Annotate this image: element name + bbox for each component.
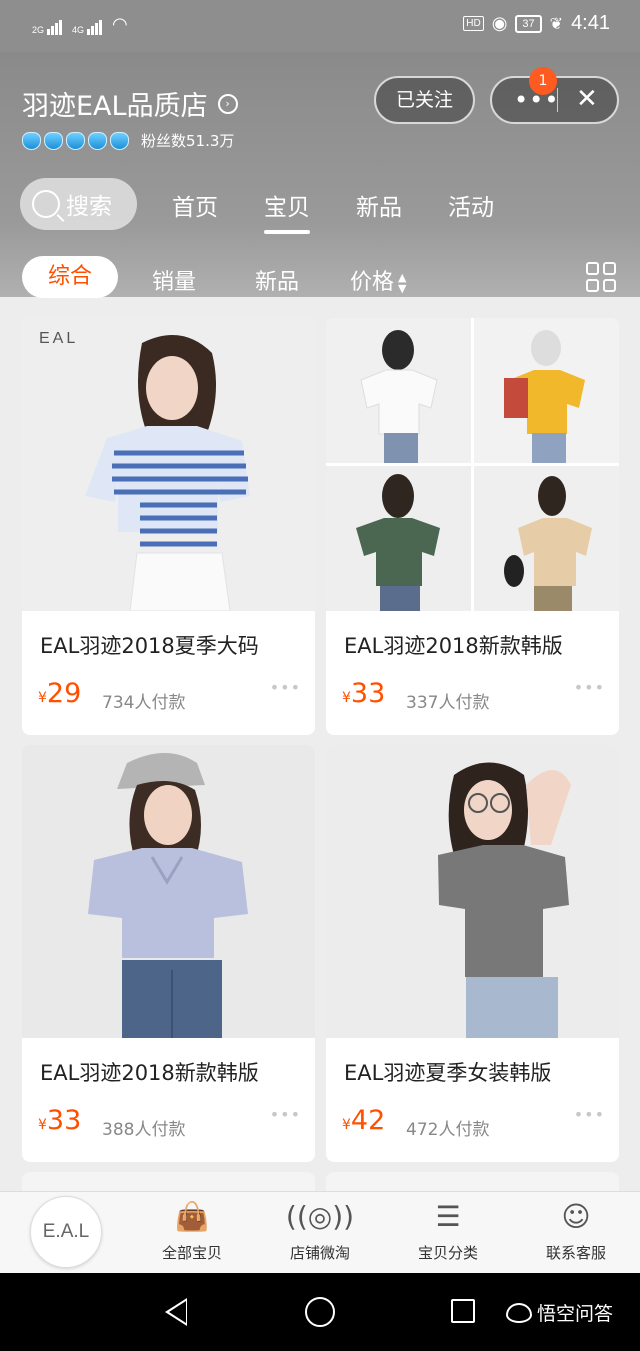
product-image <box>326 318 619 611</box>
search-label: 搜索 <box>66 194 112 220</box>
tab-all-products[interactable]: 👜 全部宝贝 <box>137 1200 247 1263</box>
shop-title[interactable]: 羽迹EAL品质店 › <box>22 84 238 123</box>
chevron-right-icon: › <box>217 93 238 114</box>
filter-price[interactable]: 价格 ▲ ▼ <box>350 264 406 296</box>
tab-new[interactable]: 新品 <box>356 188 402 222</box>
product-card[interactable]: EAL羽迹2018新款韩版 ¥33 337人付款 ••• <box>326 318 619 735</box>
hd-icon: HD <box>463 16 484 31</box>
tab-all-products-label: 全部宝贝 <box>161 1244 222 1262</box>
product-image: EAL <box>22 318 315 611</box>
tab-activities[interactable]: 活动 <box>448 188 494 222</box>
product-sold-count: 472人付款 <box>406 1120 490 1140</box>
watermark-text: 悟空问答 <box>537 1303 614 1325</box>
close-icon[interactable]: ✕ <box>576 84 598 114</box>
shop-nav: 搜索 首页 宝贝 新品 活动 <box>0 176 640 234</box>
product-image <box>22 745 315 1038</box>
system-nav-bar: 悟空问答 <box>0 1273 640 1351</box>
notification-badge: 1 <box>529 67 557 95</box>
follow-button[interactable]: 已关注 <box>374 76 475 124</box>
tab-shop-feed-label: 店铺微淘 <box>289 1244 350 1262</box>
status-right: HD ◉ 37 ❦ 4:41 <box>463 12 610 35</box>
tab-categories[interactable]: ☰ 宝贝分类 <box>393 1200 503 1263</box>
filter-new[interactable]: 新品 <box>255 264 299 296</box>
product-card[interactable]: EAL EAL羽迹2018夏季大码 ¥29 734人付款 ••• <box>22 318 315 735</box>
bag-icon: 👜 <box>174 1200 210 1233</box>
more-options-icon[interactable]: ••• <box>574 1105 605 1124</box>
product-price: ¥42 <box>342 1105 386 1136</box>
shop-fans: 粉丝数51.3万 <box>22 130 234 151</box>
product-price: ¥33 <box>342 678 386 709</box>
sort-arrows-icon: ▲ ▼ <box>398 271 407 295</box>
product-name: EAL羽迹2018新款韩版 <box>344 634 563 658</box>
list-icon: ☰ <box>435 1200 461 1233</box>
filter-comprehensive[interactable]: 综合 <box>22 256 118 298</box>
tab-products[interactable]: 宝贝 <box>264 188 310 234</box>
product-name: EAL羽迹2018夏季大码 <box>40 634 259 658</box>
product-sold-count: 734人付款 <box>102 693 186 713</box>
more-options-icon[interactable]: ••• <box>270 1105 301 1124</box>
chat-bubble-icon: ☺ <box>561 1200 591 1233</box>
clock: 4:41 <box>571 12 610 34</box>
tab-categories-label: 宝贝分类 <box>417 1244 478 1262</box>
recents-icon[interactable] <box>451 1299 475 1323</box>
filter-bar: 综合 销量 新品 价格 ▲ ▼ <box>0 254 640 304</box>
capsule-divider <box>557 88 558 112</box>
product-sold-count: 337人付款 <box>406 693 490 713</box>
signal-group: 2G 4G ◠ <box>32 14 128 35</box>
tab-customer-service[interactable]: ☺ 联系客服 <box>521 1200 631 1263</box>
signal-icon-sim1: 2G <box>32 20 63 35</box>
broadcast-icon: ((◎)) <box>285 1200 355 1233</box>
search-icon <box>32 190 60 218</box>
product-name: EAL羽迹夏季女装韩版 <box>344 1061 552 1085</box>
shop-name: 羽迹EAL品质店 <box>22 91 208 122</box>
product-card[interactable]: EAL羽迹2018新款韩版 ¥33 388人付款 ••• <box>22 745 315 1162</box>
eye-icon: ◉ <box>491 13 508 33</box>
wukong-logo-icon <box>506 1302 532 1323</box>
home-icon[interactable] <box>305 1297 335 1327</box>
tab-customer-service-label: 联系客服 <box>545 1244 606 1262</box>
product-price: ¥33 <box>38 1105 82 1136</box>
store-logo[interactable]: E.A.L <box>30 1196 102 1268</box>
search-button[interactable]: 搜索 <box>20 178 137 230</box>
product-price: ¥29 <box>38 678 82 709</box>
more-options-icon[interactable]: ••• <box>270 678 301 697</box>
shop-bottom-bar: E.A.L 👜 全部宝贝 ((◎)) 店铺微淘 ☰ 宝贝分类 ☺ 联系客服 <box>0 1191 640 1273</box>
signal-icon-sim2: 4G <box>72 20 103 35</box>
tab-home[interactable]: 首页 <box>172 188 218 222</box>
product-name: EAL羽迹2018新款韩版 <box>40 1061 259 1085</box>
wifi-icon: ◠ <box>112 14 128 34</box>
product-sold-count: 388人付款 <box>102 1120 186 1140</box>
filter-sales[interactable]: 销量 <box>152 264 196 296</box>
crown-rating-icon <box>22 131 129 150</box>
fans-count: 粉丝数51.3万 <box>141 132 235 150</box>
more-options-icon[interactable]: ••• <box>574 678 605 697</box>
product-image <box>326 745 619 1038</box>
grid-view-icon[interactable] <box>586 262 616 292</box>
back-icon[interactable] <box>165 1298 187 1326</box>
tab-shop-feed[interactable]: ((◎)) 店铺微淘 <box>265 1200 375 1263</box>
status-bar: 2G 4G ◠ HD ◉ 37 ❦ 4:41 <box>0 0 640 52</box>
watermark: 悟空问答 <box>506 1299 613 1326</box>
leaf-icon: ❦ <box>549 15 564 33</box>
battery-icon: 37 <box>515 14 542 33</box>
filter-price-label: 价格 <box>350 270 395 295</box>
product-card[interactable]: EAL羽迹夏季女装韩版 ¥42 472人付款 ••• <box>326 745 619 1162</box>
brand-logo: EAL <box>39 330 79 347</box>
